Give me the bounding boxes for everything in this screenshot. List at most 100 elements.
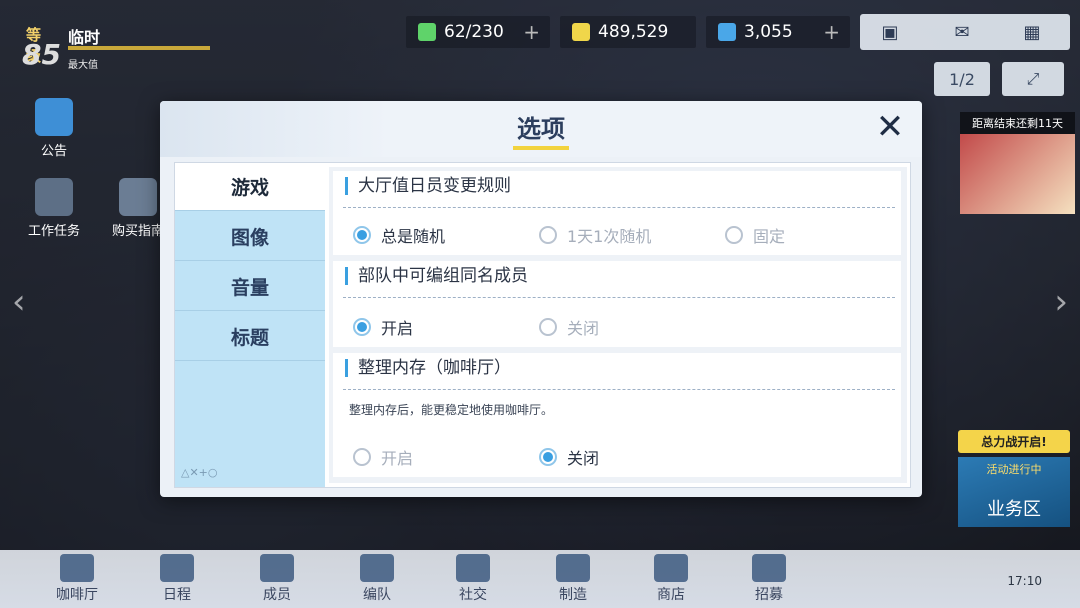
option-label: 总是随机 — [381, 227, 446, 246]
nav-formation-label: 编队 — [363, 587, 391, 603]
notice-label: 公告 — [40, 144, 67, 159]
tab-volume[interactable]: 音量 — [175, 263, 325, 311]
shop-guide-label: 购买指南 — [111, 224, 164, 239]
menu-grid-icon[interactable]: ▦ — [1012, 18, 1052, 46]
nav-craft[interactable]: 制造 — [538, 554, 608, 604]
option-label: 开启 — [381, 319, 414, 338]
section-divider — [343, 389, 895, 390]
add-gems-button[interactable]: + — [823, 20, 840, 44]
event-countdown: 距离结束还剩11天 — [960, 112, 1075, 134]
option-label: 固定 — [753, 227, 786, 246]
options-content: 大厅值日员变更规则 总是随机 1天1次随机 固定 部队中可编组同名成员 开启 关… — [329, 167, 907, 483]
credits-value: 489,529 — [598, 22, 669, 42]
dialog-title: 选项 — [517, 115, 565, 143]
section-memory-cleanup: 整理内存（咖啡厅） 整理内存后，能更稳定地使用咖啡厅。 开启 关闭 — [333, 353, 901, 477]
nav-schedule-label: 日程 — [163, 587, 191, 603]
options-tabs: 游戏 图像 音量 标题 △✕+○ — [175, 163, 325, 487]
radio-icon — [353, 448, 371, 466]
option-disable[interactable]: 关闭 — [539, 445, 599, 469]
section-title: 整理内存（咖啡厅） — [345, 359, 511, 377]
mail-icon[interactable]: ✉ — [942, 18, 982, 46]
clock: 17:10 — [1007, 574, 1042, 588]
dialog-body: 游戏 图像 音量 标题 △✕+○ 大厅值日员变更规则 总是随机 1天1次随机 固… — [174, 162, 911, 488]
radio-selected-icon — [353, 226, 371, 244]
cafe-icon — [60, 554, 94, 582]
tab-title[interactable]: 标题 — [175, 313, 325, 361]
nav-recruit-label: 招募 — [755, 587, 783, 603]
page-toggle-button[interactable]: 1/2 — [934, 62, 990, 96]
exp-bar — [68, 46, 210, 50]
top-menu-buttons: ▣ ✉ ▦ — [860, 14, 1070, 50]
event-in-progress: 活动进行中 — [986, 463, 1042, 476]
event-banner[interactable]: 距离结束还剩11天 — [960, 112, 1075, 222]
option-daily-random[interactable]: 1天1次随机 — [539, 223, 651, 247]
options-dialog: 选项 ✕ 游戏 图像 音量 标题 △✕+○ 大厅值日员变更规则 总是随机 1天1… — [160, 101, 922, 497]
option-enable[interactable]: 开启 — [353, 315, 413, 339]
radio-icon — [725, 226, 743, 244]
business-area-button[interactable]: 总力战开启! 活动进行中 业务区 — [958, 430, 1070, 530]
clipboard-icon — [35, 178, 73, 216]
add-stamina-button[interactable]: + — [523, 20, 540, 44]
nav-recruit[interactable]: 招募 — [734, 554, 804, 604]
megaphone-icon — [35, 98, 73, 136]
option-always-random[interactable]: 总是随机 — [353, 223, 445, 247]
exp-sub-label: 最大值 — [68, 60, 98, 71]
nav-shop[interactable]: 商店 — [636, 554, 706, 604]
nav-members-label: 成员 — [263, 587, 291, 603]
level-value: 85 — [22, 38, 61, 71]
gems-resource: 3,055 + — [706, 16, 850, 48]
expand-icon[interactable]: ⤢ — [1002, 62, 1064, 96]
notice-button[interactable]: 公告 — [24, 98, 84, 159]
craft-icon — [556, 554, 590, 582]
option-enable[interactable]: 开启 — [353, 445, 413, 469]
guide-icon — [119, 178, 157, 216]
members-icon — [260, 554, 294, 582]
chevron-right-icon[interactable]: › — [1054, 282, 1068, 322]
gems-value: 3,055 — [744, 22, 793, 42]
shop-guide-button[interactable]: 购买指南 — [108, 178, 168, 239]
tab-game[interactable]: 游戏 — [175, 163, 325, 211]
formation-icon — [360, 554, 394, 582]
page-indicator: 1/2 — [949, 69, 975, 89]
nav-shop-label: 商店 — [657, 587, 685, 603]
player-name: 临时 — [68, 28, 101, 47]
section-description: 整理内存后，能更稳定地使用咖啡厅。 — [349, 403, 554, 417]
radio-icon — [539, 226, 557, 244]
section-title: 大厅值日员变更规则 — [345, 177, 511, 195]
nav-formation[interactable]: 编队 — [342, 554, 412, 604]
option-fixed[interactable]: 固定 — [725, 223, 785, 247]
section-divider — [343, 207, 895, 208]
lightning-icon — [418, 23, 436, 41]
tasks-button[interactable]: 工作任务 — [24, 178, 84, 239]
radio-icon — [539, 318, 557, 336]
close-icon[interactable]: ✕ — [872, 109, 908, 145]
recruit-icon — [752, 554, 786, 582]
nav-cafe[interactable]: 咖啡厅 — [42, 554, 112, 604]
credits-resource: 489,529 — [560, 16, 696, 48]
business-area-panel: 活动进行中 业务区 — [958, 457, 1070, 527]
option-label: 关闭 — [567, 319, 600, 338]
title-underline — [513, 146, 569, 150]
nav-cafe-label: 咖啡厅 — [56, 587, 98, 603]
option-disable[interactable]: 关闭 — [539, 315, 599, 339]
profile-card-icon[interactable]: ▣ — [870, 18, 910, 46]
section-same-name-members: 部队中可编组同名成员 开启 关闭 — [333, 261, 901, 347]
nav-social[interactable]: 社交 — [438, 554, 508, 604]
schedule-icon — [160, 554, 194, 582]
coin-icon — [572, 23, 590, 41]
total-assault-badge: 总力战开启! — [958, 430, 1070, 453]
gem-icon — [718, 23, 736, 41]
social-icon — [456, 554, 490, 582]
chevron-left-icon[interactable]: ‹ — [12, 282, 26, 322]
stamina-value: 62/230 — [444, 22, 504, 42]
tabs-footer-symbols: △✕+○ — [181, 466, 218, 479]
nav-schedule[interactable]: 日程 — [142, 554, 212, 604]
option-label: 1天1次随机 — [567, 227, 652, 246]
tab-graphics[interactable]: 图像 — [175, 213, 325, 261]
business-area-label: 业务区 — [987, 499, 1041, 520]
section-lobby-duty: 大厅值日员变更规则 总是随机 1天1次随机 固定 — [333, 171, 901, 255]
nav-social-label: 社交 — [459, 587, 487, 603]
event-banner-image — [960, 134, 1075, 214]
radio-selected-icon — [539, 448, 557, 466]
nav-members[interactable]: 成员 — [242, 554, 312, 604]
